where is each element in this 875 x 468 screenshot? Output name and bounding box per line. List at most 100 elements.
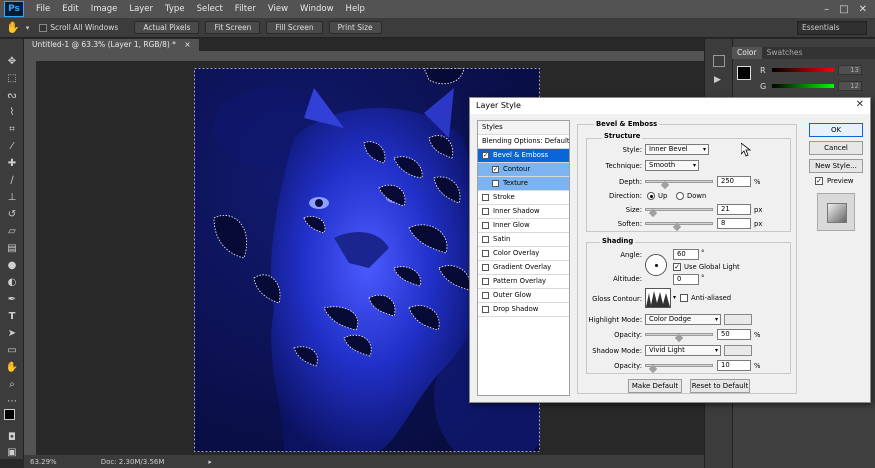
technique-select[interactable]: Smooth ▾	[645, 160, 699, 171]
use-global-light-checkbox[interactable]: ✓	[673, 263, 681, 271]
reset-to-default-button[interactable]: Reset to Default	[690, 379, 750, 393]
menu-layer[interactable]: Layer	[123, 0, 159, 18]
menu-view[interactable]: View	[262, 0, 294, 18]
style-item[interactable]: Color Overlay	[478, 247, 569, 261]
make-default-button[interactable]: Make Default	[628, 379, 682, 393]
style-item-checkbox[interactable]	[482, 194, 489, 201]
fill-screen-button[interactable]: Fill Screen	[266, 21, 323, 34]
clone-stamp-tool-icon[interactable]: ⊥	[0, 189, 24, 206]
foreground-color-swatch[interactable]	[4, 409, 15, 420]
green-channel-slider[interactable]	[772, 84, 834, 88]
styles-header[interactable]: Styles	[478, 121, 569, 135]
history-brush-tool-icon[interactable]: ↺	[0, 206, 24, 223]
dialog-close-icon[interactable]: ✕	[856, 99, 864, 110]
style-item-checkbox[interactable]	[482, 222, 489, 229]
highlight-opacity-field[interactable]: 50	[717, 329, 751, 340]
style-item[interactable]: Gradient Overlay	[478, 261, 569, 275]
style-item-checkbox[interactable]	[482, 264, 489, 271]
zoom-tool-icon[interactable]: ⌕	[0, 376, 24, 393]
print-size-button[interactable]: Print Size	[328, 21, 382, 34]
style-item[interactable]: Inner Shadow	[478, 205, 569, 219]
green-channel-value[interactable]: 12	[838, 81, 862, 91]
style-item[interactable]: ✓ Bevel & Emboss	[478, 149, 569, 163]
status-arrow-icon[interactable]: ▸	[208, 458, 212, 466]
red-channel-value[interactable]: 13	[838, 65, 862, 75]
gradient-tool-icon[interactable]: ▤	[0, 240, 24, 257]
style-item[interactable]: Inner Glow	[478, 219, 569, 233]
eyedropper-tool-icon[interactable]: ⁄	[0, 138, 24, 155]
style-item-checkbox[interactable]: ✓	[492, 166, 499, 173]
play-actions-icon[interactable]: ▶	[714, 75, 721, 85]
screen-mode-icon[interactable]: ▣	[0, 444, 24, 461]
style-item[interactable]: ✓ Contour	[478, 163, 569, 177]
altitude-field[interactable]: 0	[673, 274, 699, 285]
menu-select[interactable]: Select	[191, 0, 229, 18]
shadow-opacity-field[interactable]: 10	[717, 360, 751, 371]
style-item-checkbox[interactable]	[482, 278, 489, 285]
style-item-checkbox[interactable]	[482, 250, 489, 257]
blending-options-item[interactable]: Blending Options: Default	[478, 135, 570, 149]
style-item-checkbox[interactable]: ✓	[482, 152, 489, 159]
direction-down-radio[interactable]	[676, 192, 684, 200]
highlight-color-swatch[interactable]	[724, 314, 752, 325]
style-item-checkbox[interactable]	[482, 236, 489, 243]
shadow-color-swatch[interactable]	[724, 345, 752, 356]
style-item-checkbox[interactable]	[492, 180, 499, 187]
style-item[interactable]: Texture	[478, 177, 569, 191]
hand-tool-icon[interactable]: ✋	[0, 359, 24, 376]
blur-tool-icon[interactable]: ●	[0, 257, 24, 274]
dodge-tool-icon[interactable]: ◐	[0, 274, 24, 291]
pen-tool-icon[interactable]: ✒	[0, 291, 24, 308]
path-selection-tool-icon[interactable]: ➤	[0, 325, 24, 342]
marquee-tool-icon[interactable]: ⬚	[0, 70, 24, 87]
workspace-select[interactable]: Essentials	[797, 21, 867, 35]
history-panel-icon[interactable]	[713, 55, 725, 67]
brush-tool-icon[interactable]: ∕	[0, 172, 24, 189]
angle-field[interactable]: 60	[673, 249, 699, 260]
actual-pixels-button[interactable]: Actual Pixels	[134, 21, 200, 34]
highlight-mode-select[interactable]: Color Dodge ▾	[645, 314, 721, 325]
anti-aliased-checkbox[interactable]	[680, 294, 688, 302]
minimize-icon[interactable]: –	[824, 4, 829, 15]
angle-dial[interactable]	[645, 254, 667, 276]
close-window-icon[interactable]: ✕	[859, 4, 867, 15]
tool-preset-chevron-icon[interactable]: ▾	[26, 24, 30, 32]
tab-close-icon[interactable]: ×	[184, 40, 190, 49]
style-item-checkbox[interactable]	[482, 208, 489, 215]
more-tools-icon[interactable]: ⋯	[0, 393, 24, 410]
soften-field[interactable]: 8	[717, 218, 751, 229]
style-item[interactable]: Satin	[478, 233, 569, 247]
style-item-checkbox[interactable]	[482, 306, 489, 313]
menu-filter[interactable]: Filter	[229, 0, 262, 18]
menu-image[interactable]: Image	[85, 0, 124, 18]
maximize-icon[interactable]: □	[839, 4, 848, 15]
style-item-checkbox[interactable]	[482, 292, 489, 299]
style-item[interactable]: Drop Shadow	[478, 303, 569, 317]
zoom-level[interactable]: 63.29%	[30, 458, 57, 466]
healing-brush-tool-icon[interactable]: ✚	[0, 155, 24, 172]
menu-help[interactable]: Help	[340, 0, 371, 18]
style-select[interactable]: Inner Bevel ▾	[645, 144, 709, 155]
menu-window[interactable]: Window	[294, 0, 340, 18]
new-style-button[interactable]: New Style...	[809, 159, 863, 173]
tab-swatches[interactable]: Swatches	[762, 47, 808, 59]
gloss-contour-picker[interactable]	[645, 288, 671, 308]
tab-color[interactable]: Color	[732, 47, 762, 59]
type-tool-icon[interactable]: T	[0, 308, 24, 325]
style-item[interactable]: Stroke	[478, 191, 569, 205]
lasso-tool-icon[interactable]: ᔓ	[0, 87, 24, 104]
menu-file[interactable]: File	[30, 0, 56, 18]
ok-button[interactable]: OK	[809, 123, 863, 137]
cancel-button[interactable]: Cancel	[809, 141, 863, 155]
shadow-mode-select[interactable]: Vivid Light ▾	[645, 345, 721, 356]
gloss-contour-chevron-icon[interactable]: ▾	[673, 294, 676, 301]
depth-slider[interactable]	[645, 180, 713, 183]
rectangle-tool-icon[interactable]: ▭	[0, 342, 24, 359]
scroll-all-windows-checkbox[interactable]: Scroll All Windows	[39, 23, 118, 32]
style-item[interactable]: Outer Glow	[478, 289, 569, 303]
preview-checkbox[interactable]: ✓	[815, 177, 823, 185]
size-field[interactable]: 21	[717, 204, 751, 215]
crop-tool-icon[interactable]: ⌗	[0, 121, 24, 138]
fit-screen-button[interactable]: Fit Screen	[205, 21, 261, 34]
color-foreground-swatch[interactable]	[737, 66, 751, 80]
